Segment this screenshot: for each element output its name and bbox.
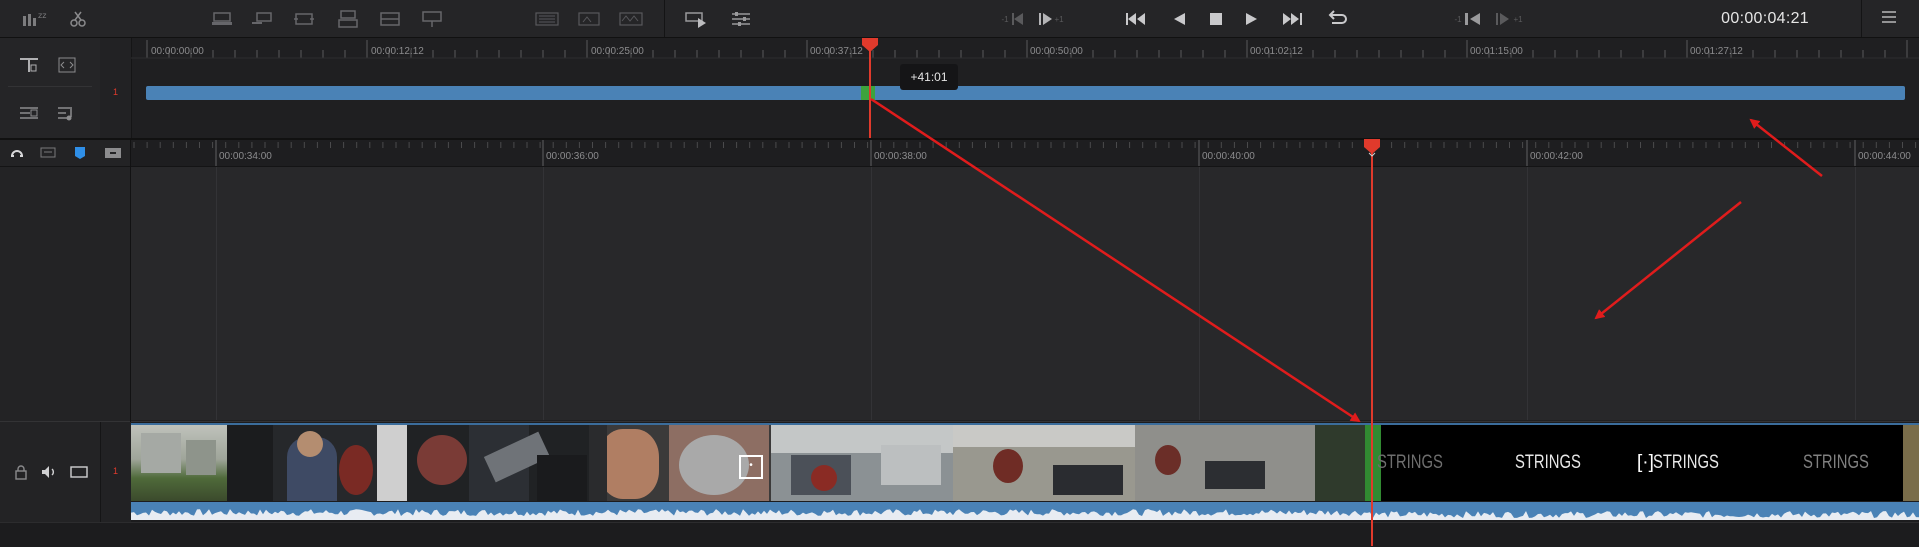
annotation-arrow-to-clip	[870, 97, 1361, 423]
annotation-arrows	[870, 97, 1823, 423]
annotation-arrow-to-overview	[1749, 118, 1823, 177]
annotation-arrow-to-empty-area	[1594, 201, 1742, 320]
